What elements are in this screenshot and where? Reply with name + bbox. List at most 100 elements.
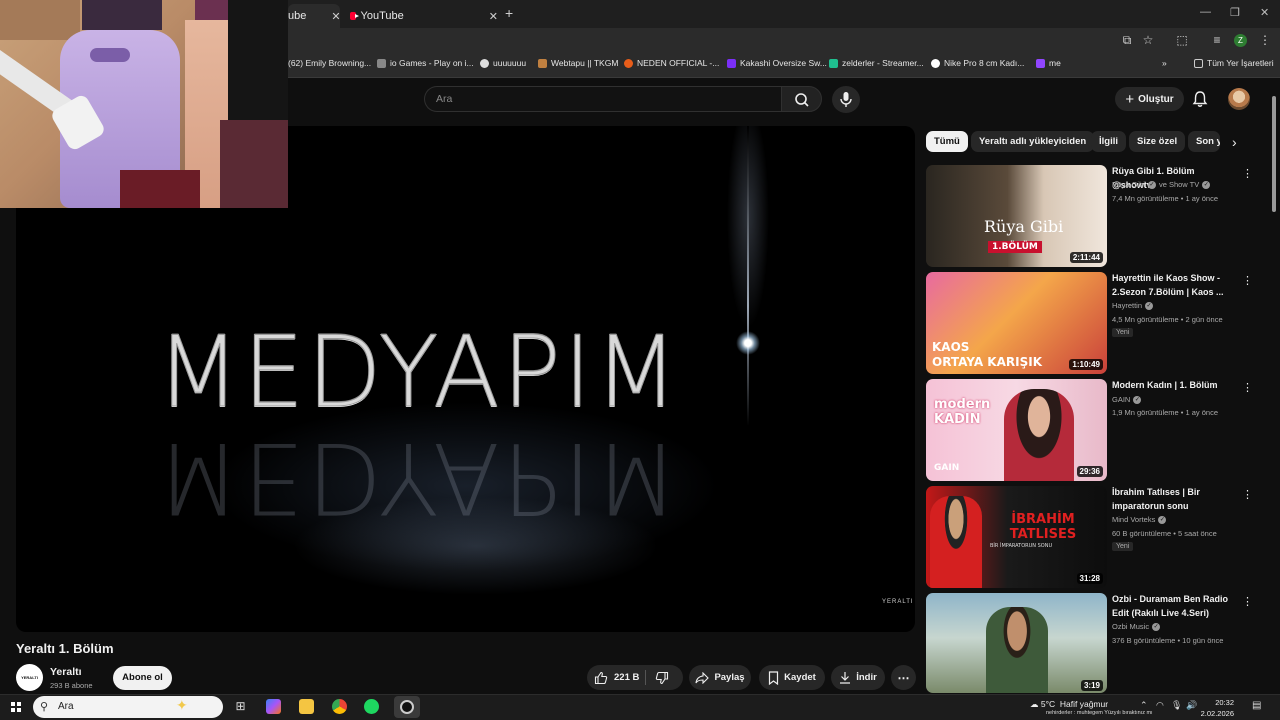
chevron-right-icon[interactable]: ›: [1232, 134, 1237, 150]
bookmark-item[interactable]: me: [1036, 58, 1061, 68]
recommendation-item[interactable]: İBRAHİM TATLISES BİR İMPARATORUN SONU 31…: [926, 486, 1266, 588]
new-tab-icon[interactable]: +: [505, 5, 513, 21]
like-button[interactable]: 221 B: [594, 665, 639, 690]
account-avatar[interactable]: [1228, 88, 1250, 110]
channel-line[interactable]: Hayrettin ✓: [1112, 301, 1154, 310]
recommendation-item[interactable]: KAOS ORTAYA KARIŞIK 1:10:49 Hayrettin ile…: [926, 272, 1266, 374]
channel-name[interactable]: Yeraltı: [50, 666, 82, 678]
bookmark-item[interactable]: Webtapu || TKGM: [538, 58, 618, 68]
close-icon[interactable]: ✕: [489, 10, 498, 23]
more-bookmarks-icon[interactable]: »: [1162, 58, 1167, 68]
more-vert-icon[interactable]: ⋮: [1242, 595, 1253, 608]
all-bookmarks[interactable]: Tüm Yer İşaretleri: [1194, 58, 1274, 68]
scrollbar-thumb[interactable]: [1272, 96, 1276, 212]
bookmark-icon: [624, 58, 633, 68]
channel-avatar[interactable]: YERALTI: [16, 664, 43, 691]
microphone-tray-icon[interactable]: 🎙: [1171, 700, 1182, 711]
speaker-icon[interactable]: 🔊: [1186, 700, 1197, 711]
search-button[interactable]: [781, 86, 822, 112]
microphone-icon: [840, 92, 852, 107]
wifi-icon[interactable]: ◠: [1156, 700, 1164, 711]
save-button[interactable]: Kaydet: [759, 665, 825, 690]
windows-start-icon[interactable]: [11, 702, 21, 712]
chip-recent[interactable]: Son y: [1188, 131, 1220, 152]
thumbs-up-icon: [594, 671, 608, 684]
subscribe-button[interactable]: Abone ol: [113, 666, 172, 690]
close-icon[interactable]: ✕: [331, 10, 340, 23]
channel-line[interactable]: Rüya Gibi ✓ ve Show TV ✓: [1112, 180, 1211, 189]
task-view-icon[interactable]: ⊞: [233, 699, 248, 714]
channel-line[interactable]: GAIN ✓: [1112, 395, 1142, 404]
channel-name: Mind Vorteks: [1112, 515, 1156, 524]
video-stats: 376 B görüntüleme • 10 gün önce: [1112, 636, 1224, 645]
taskbar-search-input[interactable]: Ara: [33, 696, 223, 718]
bookmark-item[interactable]: zelderler - Streamer...: [829, 58, 924, 68]
channel-extra: ve Show TV: [1158, 180, 1200, 189]
tray-chevron-icon[interactable]: ⌃: [1140, 700, 1148, 711]
chip-related[interactable]: İlgili: [1091, 131, 1126, 152]
video-title[interactable]: Modern Kadın | 1. Bölüm: [1112, 379, 1236, 393]
more-vert-icon[interactable]: ⋮: [1242, 274, 1253, 287]
thumbnail-figure: [930, 496, 982, 588]
video-title[interactable]: İbrahim Tatlıses | Bir imparatorun sonu: [1112, 486, 1236, 513]
thumbnail-title: modern KADIN: [934, 397, 991, 427]
thumbnail-subtitle: 1.BÖLÜM: [988, 241, 1042, 253]
video-title[interactable]: Hayrettin ile Kaos Show - 2.Sezon 7.Bölü…: [1112, 272, 1236, 299]
bookmark-item[interactable]: Kakashi Oversize Sw...: [727, 58, 827, 68]
thumbnail-title: İBRAHİM TATLISES: [1009, 512, 1077, 542]
channel-line[interactable]: Mind Vorteks ✓: [1112, 515, 1167, 524]
share-icon: [695, 671, 710, 684]
more-vert-icon[interactable]: ⋮: [1242, 488, 1253, 501]
search-input[interactable]: Ara: [424, 86, 781, 112]
more-vert-icon[interactable]: ⋮: [1242, 167, 1253, 180]
minimize-icon[interactable]: —: [1200, 6, 1211, 18]
menu-icon[interactable]: ⋮: [1258, 33, 1272, 47]
file-explorer-icon[interactable]: [299, 699, 314, 714]
chip-from-uploader[interactable]: Yeraltı adlı yükleyiciden: [971, 131, 1095, 152]
recommendation-item[interactable]: modern KADIN GAIN 29:36 Modern Kadın | 1…: [926, 379, 1266, 481]
download-button[interactable]: İndir: [831, 665, 885, 690]
video-thumbnail[interactable]: 3:19: [926, 593, 1107, 693]
restore-icon[interactable]: ❐: [1230, 6, 1240, 19]
video-thumbnail[interactable]: modern KADIN GAIN 29:36: [926, 379, 1107, 481]
create-button[interactable]: + Oluştur: [1115, 87, 1184, 111]
window-close-icon[interactable]: ✕: [1260, 6, 1269, 19]
bookmark-item[interactable]: io Games - Play on i...: [377, 58, 474, 68]
weather-widget[interactable]: ☁ 5°C Hafif yağmur: [1030, 699, 1108, 710]
extensions-icon[interactable]: ⬚: [1175, 33, 1189, 47]
clock[interactable]: 20:32 2.02.2026: [1198, 697, 1234, 719]
star-icon[interactable]: ☆: [1141, 33, 1155, 47]
chip-all[interactable]: Tümü: [926, 131, 968, 152]
recommendation-item[interactable]: 3:19 Ozbi - Duramam Ben Radio Edit (Rakı…: [926, 593, 1266, 693]
video-duration: 2:11:44: [1069, 252, 1103, 263]
copilot-app-icon[interactable]: [266, 699, 281, 714]
channel-line[interactable]: Ozbi Music ✓: [1112, 622, 1161, 631]
more-actions-icon[interactable]: ⋯: [891, 665, 916, 690]
reading-list-icon[interactable]: ≡: [1210, 33, 1224, 47]
bookmark-item[interactable]: NEDEN OFFICIAL -...: [624, 58, 719, 68]
video-title[interactable]: Ozbi - Duramam Ben Radio Edit (Rakılı Li…: [1112, 593, 1236, 620]
bookmark-item[interactable]: (62) Emily Browning...: [288, 58, 371, 68]
recommendation-item[interactable]: Rüya Gibi 1.BÖLÜM 2:11:44 Rüya Gibi 1. B…: [926, 165, 1266, 267]
tab-youtube[interactable]: YouTube ✕: [348, 4, 498, 28]
voice-search-button[interactable]: [832, 86, 860, 113]
notifications-tray-icon[interactable]: ▤: [1252, 700, 1261, 711]
bookmark-item[interactable]: uuuuuuu: [480, 58, 526, 68]
share-button[interactable]: Paylaş: [689, 665, 751, 690]
profile-avatar[interactable]: Z: [1234, 34, 1247, 47]
cast-icon[interactable]: ⧉: [1120, 33, 1134, 47]
notifications-button[interactable]: [1191, 90, 1209, 108]
video-thumbnail[interactable]: KAOS ORTAYA KARIŞIK 1:10:49: [926, 272, 1107, 374]
tab-youtube-active[interactable]: ube ✕: [288, 4, 341, 28]
chrome-icon[interactable]: [332, 699, 347, 714]
spotify-icon[interactable]: [364, 699, 379, 714]
bookmark-label: zelderler - Streamer...: [842, 58, 924, 68]
like-count: 221 B: [614, 672, 640, 683]
more-vert-icon[interactable]: ⋮: [1242, 381, 1253, 394]
dislike-button[interactable]: [655, 665, 669, 690]
bookmark-item[interactable]: Nike Pro 8 cm Kadı...: [931, 58, 1024, 68]
chip-for-you[interactable]: Size özel: [1129, 131, 1186, 152]
video-thumbnail[interactable]: Rüya Gibi 1.BÖLÜM 2:11:44: [926, 165, 1107, 267]
obs-active-app[interactable]: [394, 696, 420, 718]
video-thumbnail[interactable]: İBRAHİM TATLISES BİR İMPARATORUN SONU 31…: [926, 486, 1107, 588]
